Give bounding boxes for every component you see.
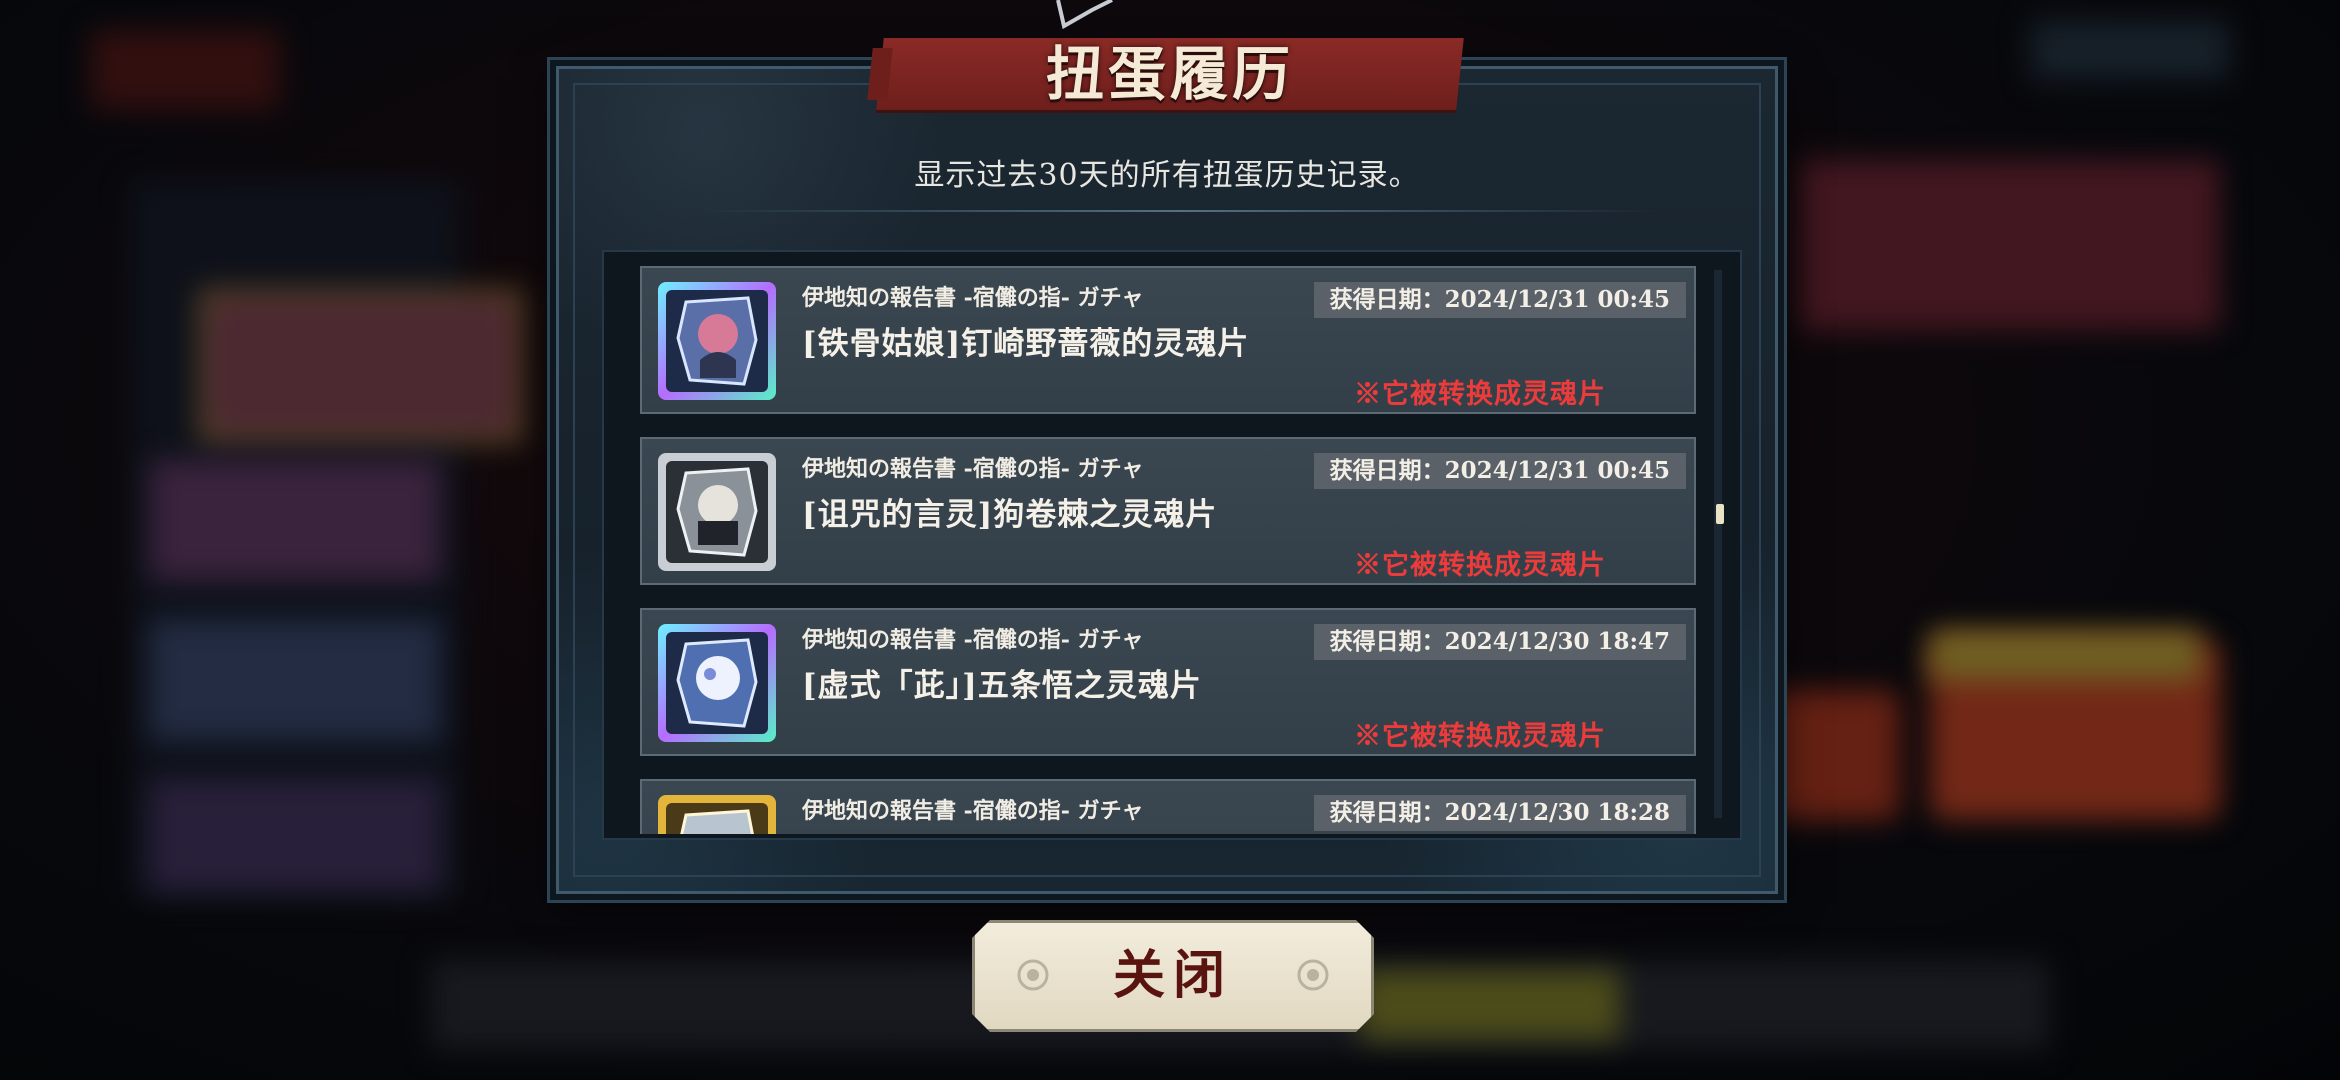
entry-conversion-note: ※它被转换成灵魂片 bbox=[1354, 379, 1606, 410]
entry-source: 伊地知の報告書 -宿儺の指- ガチャ bbox=[802, 627, 1144, 653]
entry-source: 伊地知の報告書 -宿儺の指- ガチャ bbox=[802, 456, 1144, 482]
history-entry[interactable]: 伊地知の報告書 -宿儺の指- ガチャ [诅咒的言灵]狗卷棘之灵魂片 获得日期：2… bbox=[640, 437, 1696, 585]
subtitle-divider bbox=[700, 210, 1660, 212]
entry-date: 获得日期：2024/12/30 18:28 bbox=[1313, 795, 1686, 831]
entry-source: 伊地知の報告書 -宿儺の指- ガチャ bbox=[802, 798, 1144, 824]
history-entry[interactable]: 伊地知の報告書 -宿儺の指- ガチャ [虚式「茈」]五条悟之灵魂片 获得日期：2… bbox=[640, 608, 1696, 756]
brush-icon bbox=[1056, 0, 1113, 30]
history-entry[interactable]: 伊地知の報告書 -宿儺の指- ガチャ [铁骨姑娘]钉崎野蔷薇的灵魂片 获得日期：… bbox=[640, 266, 1696, 414]
dialog-subtitle: 显示过去30天的所有扭蛋历史记录。 bbox=[914, 158, 1420, 193]
inumaki-soul-fragment-icon bbox=[656, 451, 778, 573]
screen: 扭蛋履历 显示过去30天的所有扭蛋历史记录。 伊地知の報告書 -宿儺の指- ガチ… bbox=[0, 0, 2340, 1080]
entry-conversion-note: ※它被转换成灵魂片 bbox=[1354, 550, 1606, 581]
entry-item-name: [铁骨姑娘]钉崎野蔷薇的灵魂片 bbox=[802, 326, 1250, 362]
close-button[interactable]: 关闭 bbox=[972, 920, 1374, 1032]
entry-conversion-note: ※它被转换成灵魂片 bbox=[1354, 721, 1606, 752]
scrollbar-track[interactable] bbox=[1714, 270, 1722, 818]
gold-soul-fragment-icon bbox=[656, 793, 778, 834]
entry-date: 获得日期：2024/12/30 18:47 bbox=[1313, 624, 1686, 660]
nobara-soul-fragment-icon bbox=[656, 280, 778, 402]
entry-date: 获得日期：2024/12/31 00:45 bbox=[1313, 282, 1686, 318]
scrollbar-thumb[interactable] bbox=[1716, 504, 1724, 524]
history-entry[interactable]: 伊地知の報告書 -宿儺の指- ガチャ 获得日期：2024/12/30 18:28 bbox=[640, 779, 1696, 834]
close-button-label: 关闭 bbox=[1112, 945, 1233, 1006]
list-clip: 伊地知の報告書 -宿儺の指- ガチャ 获得日期：2024/12/30 18:28 bbox=[602, 779, 1702, 834]
entry-item-name: [虚式「茈」]五条悟之灵魂片 bbox=[802, 668, 1202, 704]
entry-item-name: [诅咒的言灵]狗卷棘之灵魂片 bbox=[802, 497, 1218, 533]
dialog-title: 扭蛋履历 bbox=[1045, 40, 1294, 108]
entry-date: 获得日期：2024/12/31 00:45 bbox=[1313, 453, 1686, 489]
entry-source: 伊地知の報告書 -宿儺の指- ガチャ bbox=[802, 285, 1144, 311]
gojo-soul-fragment-icon bbox=[656, 622, 778, 744]
